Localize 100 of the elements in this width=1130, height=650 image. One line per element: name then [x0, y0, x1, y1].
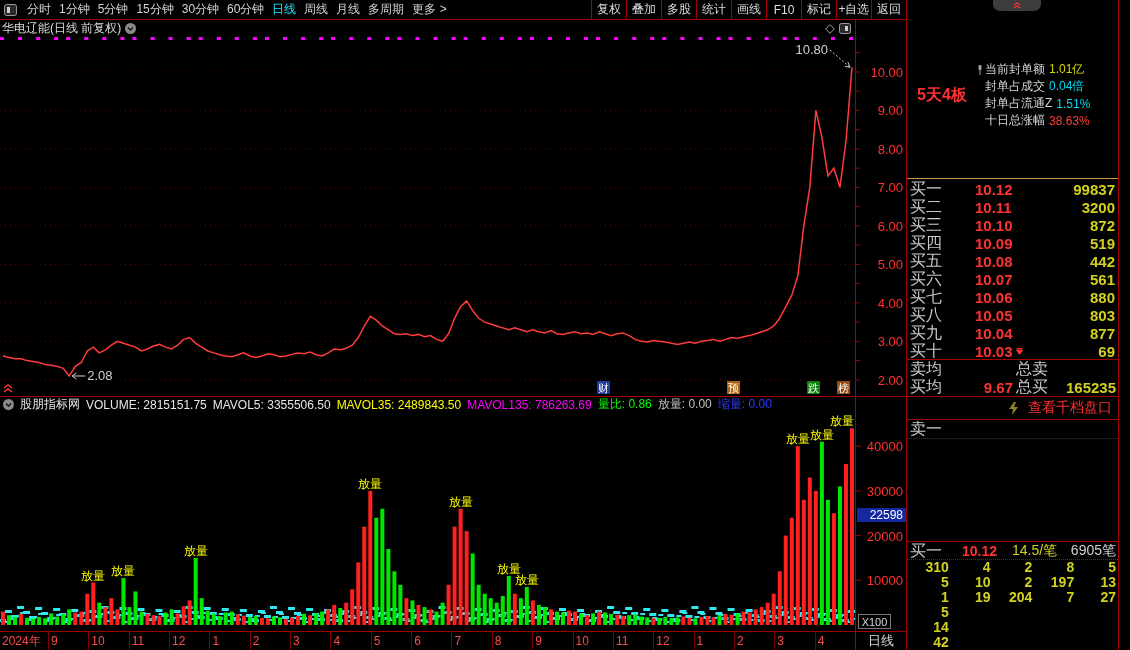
stat-value: 1.01亿 — [1049, 61, 1085, 78]
bid-level-label: 买四 — [910, 234, 943, 252]
axis-label: 30000 — [866, 483, 903, 499]
indicator-value: MAVOL5: 3355506.50 — [212, 397, 331, 412]
unit-label: X100 — [858, 614, 891, 629]
volume-bar — [7, 615, 11, 625]
bid-price: 10.07 — [975, 270, 1013, 288]
low-price-label: 2.08 — [87, 368, 113, 383]
indicator-value: 放量: 0.00 — [657, 396, 712, 413]
bid-volume: 519 — [1088, 234, 1115, 252]
trade-volume-cell-text: 1 — [940, 590, 949, 605]
time-axis-label: 4 — [817, 634, 825, 648]
volume-signal-label: 放量 — [111, 564, 136, 579]
period-tab[interactable]: 30分钟 — [177, 0, 224, 19]
axis-label: 3.00 — [877, 334, 903, 350]
bid-volume: 877 — [1088, 324, 1115, 342]
stat-label: 当前封单额 — [985, 61, 1045, 78]
time-axis-label: 12 — [656, 634, 670, 648]
bid-volume: 69 — [1097, 342, 1115, 360]
trade-volume-cell-text: 7 — [1065, 590, 1075, 605]
period-label: 日线 — [855, 632, 906, 650]
indicator-value: MAVOL135: 786263.69 — [467, 397, 592, 412]
dropdown-icon[interactable] — [3, 399, 14, 410]
ask-level-label: 卖一 — [910, 420, 942, 438]
bid-level-label: 买二 — [910, 198, 943, 216]
volume-signal-label: 放量 — [81, 568, 106, 583]
axis-label: 8.00 — [877, 141, 903, 157]
stat-value: 38.63% — [1049, 113, 1090, 128]
bid-volume: 561 — [1088, 270, 1115, 288]
trade-volume-cell-text: 8 — [1065, 560, 1075, 575]
period-tab[interactable]: 分时 — [23, 0, 55, 19]
trade-volume-cell-text: 2 — [1023, 575, 1033, 590]
event-tag[interactable]: 跌 — [807, 381, 820, 394]
bid-level-label: 买七 — [910, 288, 943, 306]
volume-signal-label: 放量 — [358, 476, 383, 491]
bid-level-label: 买一 — [910, 180, 943, 198]
stat-label: 封单占成交 — [985, 78, 1045, 95]
axis-label: 10.00 — [870, 64, 903, 80]
volume-signal-label: 放量 — [809, 427, 834, 442]
time-axis-label: 6 — [414, 634, 421, 648]
average-label: 买均 — [910, 378, 943, 396]
panel-icon[interactable] — [839, 23, 851, 34]
time-axis-label: 1 — [696, 634, 704, 648]
per-trade-volume: 14.5/笔 — [1012, 542, 1059, 560]
period-tab[interactable]: 15分钟 — [132, 0, 178, 19]
depth-view-link[interactable]: 查看千档盘口 — [1028, 399, 1112, 417]
collapse-tab[interactable] — [992, 0, 1041, 11]
diamond-icon[interactable] — [825, 23, 835, 34]
total-label: 总买 — [1016, 378, 1049, 396]
time-axis-label: 3 — [777, 634, 784, 648]
indicator-value: VOLUME: 2815151.75 — [86, 397, 207, 412]
volume-bar — [567, 610, 571, 625]
period-tab[interactable]: 月线 — [332, 0, 365, 19]
axis-label: 20000 — [866, 528, 903, 544]
indicator-name: 股朋指标网 — [20, 396, 80, 413]
trade-volume-cell-text: 5 — [1107, 560, 1116, 575]
event-tag[interactable]: 财 — [597, 381, 610, 394]
trade-volume-cell-text: 204 — [1008, 590, 1033, 605]
period-tab[interactable]: 日线 — [268, 0, 301, 19]
period-tab[interactable]: 1分钟 — [55, 0, 94, 19]
high-price-label: 10.80 — [795, 42, 828, 57]
trade-volume-cell-text: 5 — [940, 605, 949, 620]
time-axis-label: 2 — [252, 634, 260, 648]
bid-level-label: 买五 — [910, 252, 943, 270]
bid-level-label: 买十 — [910, 342, 943, 360]
double-chevron-up-icon[interactable] — [4, 385, 12, 392]
period-tab[interactable]: 60分钟 — [223, 0, 269, 19]
bid-price: 10.08 — [975, 252, 1013, 270]
event-tag[interactable]: 预 — [727, 381, 740, 394]
trade-volume-cell-text: 19 — [974, 590, 991, 605]
time-axis-label: 2 — [736, 634, 744, 648]
event-tag[interactable]: 榜 — [837, 381, 850, 394]
time-axis-label: 2024年 — [2, 632, 41, 650]
period-tab[interactable]: 周线 — [300, 0, 333, 19]
volume-bar — [1, 611, 5, 625]
time-axis-label: 12 — [172, 634, 186, 648]
trade-volume-cell-text: 197 — [1049, 575, 1075, 590]
bid-level-label: 买三 — [910, 216, 943, 234]
bid-volume: 442 — [1088, 252, 1115, 270]
trade-volume-cell-text: 10 — [974, 575, 991, 590]
average-price: 9.67 — [982, 378, 1014, 396]
period-tab[interactable]: 多周期 — [364, 0, 409, 19]
indicator-value: 缩量: 0.00 — [717, 396, 772, 413]
stat-value: 0.04倍 — [1049, 78, 1085, 95]
panel-icon — [4, 3, 17, 16]
trade-volume-cell-text: 2 — [1023, 560, 1033, 575]
toolbar-button[interactable]: +自选 — [836, 0, 871, 19]
period-tab[interactable]: 更多 > — [408, 0, 451, 19]
lightning-icon — [1009, 401, 1018, 415]
axis-label: 40000 — [866, 439, 903, 455]
time-axis-label: 9 — [51, 634, 58, 648]
time-axis-label: 4 — [333, 634, 341, 648]
trade-volume-cell-text: 5 — [940, 575, 949, 590]
dropdown-icon[interactable] — [125, 23, 137, 34]
limit-up-label: 5天4板 — [917, 84, 967, 105]
time-axis-label: 9 — [535, 634, 542, 648]
bid-price: 10.06 — [975, 288, 1013, 306]
bid-price: 10.11 — [975, 198, 1012, 216]
period-tab[interactable]: 5分钟 — [93, 0, 133, 19]
time-axis-label: 10 — [91, 634, 105, 648]
